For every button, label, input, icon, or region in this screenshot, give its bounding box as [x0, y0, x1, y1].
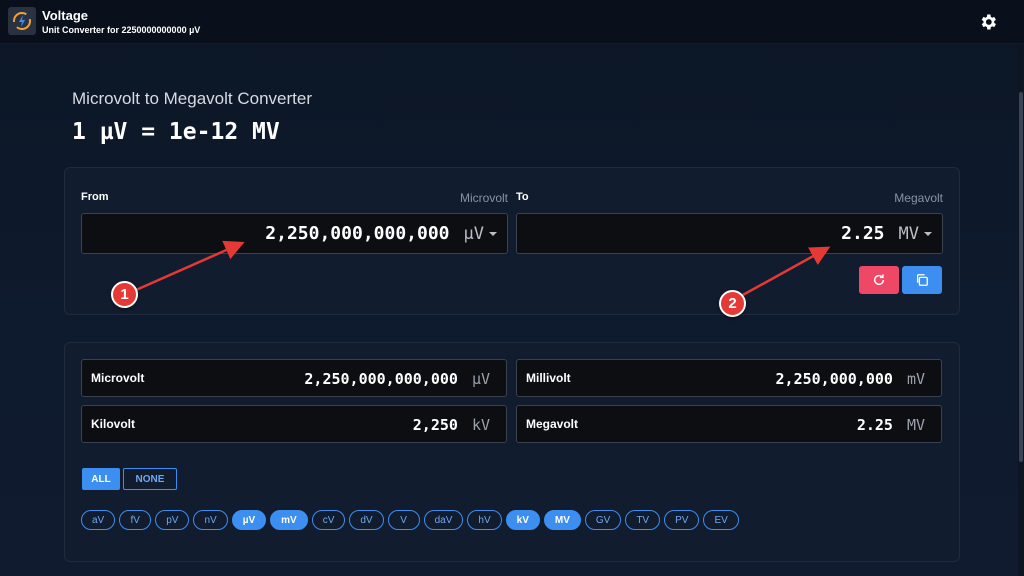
from-unit: µV — [463, 223, 484, 244]
annotation-marker-2: 2 — [719, 290, 746, 317]
copy-button[interactable] — [902, 266, 942, 294]
unit-chip-6[interactable]: cV — [311, 510, 346, 530]
to-label: To — [516, 191, 529, 203]
conversion-equation: 1 µV = 1e-12 MV — [72, 119, 280, 145]
chevron-down-icon — [924, 231, 932, 236]
app-subtitle: Unit Converter for 2250000000000 µV — [42, 25, 201, 35]
unit-chip-0[interactable]: aV — [81, 510, 116, 530]
unit-chip-15[interactable]: PV — [664, 510, 700, 530]
result-unit-name: Millivolt — [526, 371, 571, 385]
unit-chip-8[interactable]: V — [387, 510, 420, 530]
unit-chip-5[interactable]: mV — [270, 510, 308, 530]
result-unit-symbol: MV — [906, 416, 925, 434]
from-label: From — [81, 191, 109, 203]
voltage-logo-icon — [8, 7, 36, 35]
scrollbar-thumb[interactable] — [1019, 92, 1023, 462]
unit-chip-1[interactable]: fV — [119, 510, 152, 530]
result-millivolt[interactable]: Millivolt 2,250,000,000 mV — [516, 359, 942, 397]
select-none-button[interactable]: NONE — [123, 468, 177, 490]
gear-icon — [981, 14, 996, 30]
result-unit-symbol: µV — [471, 370, 490, 388]
from-unit-select[interactable]: µV — [450, 224, 497, 244]
result-value: 2,250,000,000,000 — [304, 370, 458, 388]
unit-chip-16[interactable]: EV — [703, 510, 739, 530]
to-unit-select[interactable]: MV — [885, 224, 932, 244]
to-unit-name: Megavolt — [894, 191, 943, 205]
unit-chip-13[interactable]: GV — [584, 510, 622, 530]
to-value: 2.25 — [841, 223, 885, 244]
annotation-marker-1: 1 — [111, 281, 138, 308]
result-value: 2,250,000,000 — [775, 370, 893, 388]
result-unit-name: Kilovolt — [91, 417, 135, 431]
page-title: Microvolt to Megavolt Converter — [72, 89, 312, 108]
unit-filter-chips: aV fV pV nV µV mV cV dV VdaV hV kV MV GV TV PV EV — [81, 510, 739, 530]
select-all-button[interactable]: ALL — [82, 468, 120, 490]
to-unit: MV — [898, 223, 919, 244]
from-unit-name: Microvolt — [459, 191, 508, 205]
unit-chip-10[interactable]: hV — [467, 510, 502, 530]
unit-chip-7[interactable]: dV — [349, 510, 384, 530]
result-unit-name: Microvolt — [91, 371, 145, 385]
from-value: 2,250,000,000,000 — [265, 223, 450, 244]
chevron-down-icon — [489, 231, 497, 236]
top-bar: Voltage Unit Converter for 2250000000000… — [0, 0, 1024, 44]
to-input[interactable]: 2.25 MV — [516, 213, 943, 254]
result-value: 2,250 — [412, 416, 458, 434]
unit-chip-11[interactable]: kV — [505, 510, 540, 530]
result-microvolt[interactable]: Microvolt 2,250,000,000,000 µV — [81, 359, 507, 397]
result-megavolt[interactable]: Megavolt 2.25 MV — [516, 405, 942, 443]
from-input[interactable]: 2,250,000,000,000 µV — [81, 213, 508, 254]
settings-button[interactable] — [977, 11, 999, 33]
result-unit-symbol: kV — [471, 416, 490, 434]
unit-chip-14[interactable]: TV — [625, 510, 661, 530]
refresh-icon — [873, 274, 885, 286]
result-unit-name: Megavolt — [526, 417, 579, 431]
scrollbar[interactable] — [1018, 44, 1024, 576]
unit-chip-9[interactable]: daV — [423, 510, 464, 530]
app-title: Voltage — [42, 8, 88, 23]
result-unit-symbol: mV — [906, 370, 925, 388]
copy-icon — [916, 274, 928, 286]
unit-chip-12[interactable]: MV — [543, 510, 581, 530]
result-value: 2.25 — [856, 416, 893, 434]
unit-chip-3[interactable]: nV — [193, 510, 228, 530]
unit-chip-2[interactable]: pV — [155, 510, 190, 530]
result-kilovolt[interactable]: Kilovolt 2,250 kV — [81, 405, 507, 443]
unit-chip-4[interactable]: µV — [231, 510, 267, 530]
reset-button[interactable] — [859, 266, 899, 294]
